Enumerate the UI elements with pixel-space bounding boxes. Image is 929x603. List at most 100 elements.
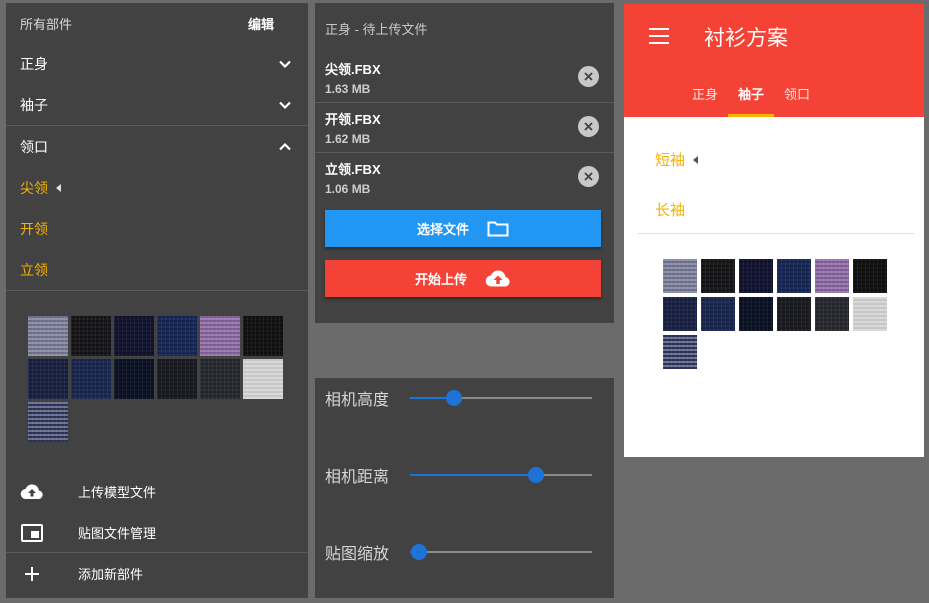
category-item-zhengshen[interactable]: 正身 [6, 43, 308, 84]
swatch-navy-grid[interactable] [663, 335, 697, 369]
camera-distance-row: 相机距离 [325, 463, 605, 487]
swatch-white-stripe[interactable] [243, 359, 283, 399]
add-part-action[interactable]: 添加新部件 [6, 553, 308, 594]
swatch-navy-stripe[interactable] [71, 359, 111, 399]
start-upload-label: 开始上传 [414, 272, 467, 287]
menu-icon[interactable] [649, 28, 669, 44]
cloud-upload-icon [19, 483, 45, 501]
divider [638, 233, 914, 234]
selected-caret-icon [693, 155, 699, 164]
file-name: 开领.FBX [325, 112, 381, 127]
swatch-grey-plaid[interactable] [663, 259, 697, 293]
parts-header-title: 所有部件 [20, 16, 73, 32]
swatch-navy-stripe[interactable] [701, 297, 735, 331]
upload-panel: 正身 - 待上传文件 尖领.FBX 1.63 MB 开领.FBX 1.62 MB… [315, 3, 614, 323]
action-label: 上传模型文件 [78, 485, 157, 500]
swatch-navy-check[interactable] [157, 316, 197, 356]
swatch-grey-plaid[interactable] [28, 316, 68, 356]
camera-distance-slider[interactable] [410, 467, 592, 483]
texture-manage-action[interactable]: 贴图文件管理 [6, 512, 308, 553]
folder-icon [487, 220, 509, 237]
option-label: 短袖 [655, 152, 686, 169]
file-size: 1.06 MB [325, 182, 371, 196]
subitem-label: 开领 [20, 220, 48, 237]
category-label: 领口 [20, 138, 48, 155]
app-bar: 衬衫方案 正身 袖子 领口 [624, 4, 924, 117]
swatch-black[interactable] [71, 316, 111, 356]
subitem-kailing[interactable]: 开领 [6, 208, 308, 249]
slider-thumb[interactable] [527, 467, 544, 483]
slider-thumb[interactable] [411, 544, 428, 560]
remove-file-button[interactable] [578, 66, 599, 87]
swatch-black-stripe[interactable] [157, 359, 197, 399]
swatch-navy-grid[interactable] [28, 402, 68, 442]
category-item-xiuzi[interactable]: 袖子 [6, 84, 308, 125]
swatch-navy[interactable] [28, 359, 68, 399]
choose-file-button[interactable]: 选择文件 [325, 210, 601, 247]
swatch-black-2[interactable] [853, 259, 887, 293]
slider-thumb[interactable] [445, 390, 462, 406]
tab-lingkou[interactable]: 领口 [774, 84, 820, 117]
swatch-charcoal[interactable] [815, 297, 849, 331]
file-size: 1.62 MB [325, 132, 371, 146]
option-duanxiu[interactable]: 短袖 [655, 149, 699, 170]
swatch-dark-navy[interactable] [114, 316, 154, 356]
chevron-up-icon [279, 142, 291, 150]
swatch-black-2[interactable] [243, 316, 283, 356]
chevron-down-icon [279, 60, 291, 68]
texture-scale-slider[interactable] [410, 544, 592, 560]
picture-in-picture-icon [19, 523, 45, 542]
swatch-navy[interactable] [663, 297, 697, 331]
swatch-black[interactable] [701, 259, 735, 293]
action-label: 贴图文件管理 [78, 526, 157, 541]
subitem-jianling[interactable]: 尖领 [6, 167, 308, 208]
swatch-purple-plaid[interactable] [200, 316, 240, 356]
slider-label: 相机距离 [325, 469, 390, 486]
divider [6, 290, 308, 291]
swatch-charcoal[interactable] [200, 359, 240, 399]
slider-label: 贴图缩放 [325, 546, 390, 563]
category-label: 正身 [20, 55, 48, 72]
swatch-midnight[interactable] [114, 359, 154, 399]
swatch-navy-check[interactable] [777, 259, 811, 293]
file-size: 1.63 MB [325, 82, 371, 96]
remove-file-button[interactable] [578, 166, 599, 187]
parts-panel: 所有部件 编辑 正身 袖子 领口 尖领 开领 立领 上传模型文件 贴图文件管理 [6, 3, 308, 598]
file-item: 立领.FBX 1.06 MB [315, 153, 614, 203]
file-item: 开领.FBX 1.62 MB [315, 103, 614, 153]
parts-header: 所有部件 编辑 [6, 3, 308, 43]
category-label: 袖子 [20, 96, 48, 113]
texture-swatch-grid [28, 316, 283, 442]
subitem-label: 尖领 [20, 179, 48, 196]
close-icon [584, 122, 593, 131]
option-changxiu[interactable]: 长袖 [655, 199, 685, 220]
action-label: 添加新部件 [78, 567, 144, 582]
swatch-black-stripe[interactable] [777, 297, 811, 331]
swatch-dark-navy[interactable] [739, 259, 773, 293]
camera-height-slider[interactable] [410, 390, 592, 406]
remove-file-button[interactable] [578, 116, 599, 137]
option-label: 长袖 [655, 202, 686, 219]
subitem-liling[interactable]: 立领 [6, 249, 308, 290]
texture-scale-row: 贴图缩放 [325, 540, 605, 564]
camera-settings-panel: 相机高度 相机距离 贴图缩放 [315, 378, 614, 598]
start-upload-button[interactable]: 开始上传 [325, 260, 601, 297]
cloud-upload-icon [485, 269, 511, 288]
camera-height-row: 相机高度 [325, 386, 605, 410]
category-item-lingkou[interactable]: 领口 [6, 126, 308, 167]
swatch-midnight[interactable] [739, 297, 773, 331]
close-icon [584, 172, 593, 181]
swatch-purple-plaid[interactable] [815, 259, 849, 293]
upload-model-action[interactable]: 上传模型文件 [6, 471, 308, 512]
edit-button[interactable]: 编辑 [248, 14, 274, 33]
plus-icon [19, 566, 45, 582]
tab-xiuzi[interactable]: 袖子 [728, 84, 775, 117]
app-title: 衬衫方案 [704, 27, 788, 50]
selected-caret-icon [56, 183, 61, 192]
slider-label: 相机高度 [325, 392, 390, 409]
subitem-label: 立领 [20, 261, 48, 278]
tab-zhengshen[interactable]: 正身 [682, 84, 728, 117]
close-icon [584, 72, 593, 81]
swatch-white-stripe[interactable] [853, 297, 887, 331]
file-item: 尖领.FBX 1.63 MB [315, 53, 614, 103]
